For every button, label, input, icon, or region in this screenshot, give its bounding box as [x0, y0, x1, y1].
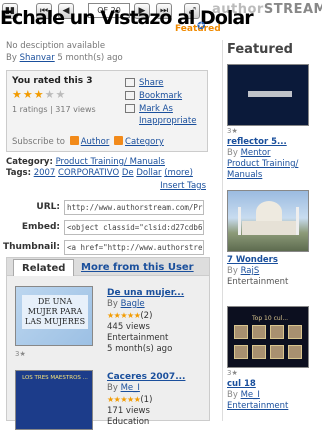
rating-panel: You rated this 3 ★★★★★ 1 ratings | 317 v…: [6, 70, 208, 152]
item-category: Entertainment: [107, 333, 169, 343]
thumbnail-label: Thumbnail:: [2, 242, 60, 252]
featured-title[interactable]: 7 Wonders: [227, 255, 321, 266]
rating-heading: You rated this 3: [12, 76, 93, 86]
subscribe-row: Subscribe to Author Category: [12, 136, 164, 147]
url-field[interactable]: http://www.authorstream.com/Pre: [64, 199, 204, 215]
rss-icon: [69, 136, 79, 145]
flag-icon: [125, 104, 135, 113]
tag-link[interactable]: De: [122, 168, 134, 178]
action-links: Share Bookmark Mark As Inappropriate: [125, 77, 209, 128]
bookmark-link[interactable]: Bookmark: [139, 90, 182, 102]
tab-more-from-user[interactable]: More from this User: [73, 259, 202, 276]
item-author[interactable]: Bagle: [121, 299, 145, 309]
insert-tags-link[interactable]: Insert Tags: [160, 181, 206, 191]
slide-count-badge: 3★: [15, 350, 26, 358]
star-rating[interactable]: ★★★★★: [12, 88, 66, 101]
featured-author[interactable]: Me_I: [241, 390, 260, 400]
featured-item[interactable]: Top 10 cul... 3★ cul 18 By Me_I Entertai…: [227, 306, 321, 412]
thumbnail-field[interactable]: <a href="http://www.authorstream: [64, 239, 204, 255]
featured-category[interactable]: Product Training/ Manuals: [227, 159, 298, 180]
item-title[interactable]: Caceres 2007...: [107, 372, 185, 383]
share-icon: [125, 78, 135, 87]
item-stars: ★★★★★: [107, 395, 141, 404]
featured-sidebar: Featured 3★ reflector 5... By Mentor Pro…: [222, 40, 322, 421]
tab-related[interactable]: Related: [13, 259, 75, 276]
page-title: Echale un Vistazo al Dolar: [0, 8, 254, 28]
description: No desciption available By Shanvar 5 mon…: [6, 41, 123, 63]
item-views: 445 views: [107, 322, 150, 332]
tag-link[interactable]: CORPORATIVO: [58, 168, 119, 178]
bookmark-icon: [125, 91, 135, 100]
mark-inappropriate-link[interactable]: Mark As Inappropriate: [139, 103, 209, 127]
tag-link[interactable]: 2007: [34, 168, 56, 178]
featured-item[interactable]: 7 Wonders By RajS Entertainment: [227, 190, 321, 288]
rating-count: 1 ratings | 317 views: [12, 105, 96, 114]
item-author[interactable]: Me_I: [121, 383, 140, 393]
author-link[interactable]: Shanvar: [20, 53, 55, 63]
item-title[interactable]: De una mujer...: [107, 288, 184, 299]
share-link[interactable]: Share: [139, 77, 164, 89]
thumbnail-image[interactable]: [227, 190, 309, 252]
subscribe-author-link[interactable]: Author: [81, 137, 110, 147]
featured-item[interactable]: 3★ reflector 5... By Mentor Product Trai…: [227, 64, 321, 181]
embed-field[interactable]: <object classid="clsid:d27cdb6e-a: [64, 219, 204, 235]
featured-title[interactable]: reflector 5...: [227, 137, 321, 148]
tag-link[interactable]: Dollar: [136, 168, 161, 178]
embed-codes: URL: http://www.authorstream.com/Pre Embe…: [0, 191, 214, 257]
featured-category[interactable]: Entertainment: [227, 401, 288, 411]
embed-label: Embed:: [21, 222, 60, 232]
thumbnail-image[interactable]: LOS TRES MAESTROS ...: [15, 370, 93, 430]
thumbnail-image[interactable]: DE UNA MUJER PARA LAS MUJERES: [15, 286, 93, 346]
subscribe-category-link[interactable]: Category: [125, 137, 164, 147]
item-stars: ★★★★★: [107, 311, 141, 320]
ribbon-icon: ✪: [197, 21, 206, 32]
featured-category: Entertainment: [227, 277, 289, 287]
featured-heading: Featured: [227, 42, 293, 57]
item-time: 5 month(s) ago: [107, 344, 173, 354]
related-panel: Related More from this User DE UNA MUJER…: [6, 257, 210, 430]
featured-author[interactable]: Mentor: [241, 148, 271, 158]
category-tags: Category: Product Training/ Manuals Tags…: [6, 157, 193, 178]
more-tags-link[interactable]: (more): [164, 168, 193, 178]
item-views: 171 views: [107, 406, 150, 416]
url-label: URL:: [36, 202, 60, 212]
rss-icon: [114, 136, 124, 145]
featured-author[interactable]: RajS: [241, 266, 260, 276]
presentation-details: No desciption available By Shanvar 5 mon…: [0, 40, 214, 257]
featured-title[interactable]: cul 18: [227, 379, 321, 390]
thumbnail-image[interactable]: Top 10 cul...: [227, 306, 309, 368]
item-category: Education: [107, 417, 150, 427]
thumbnail-image[interactable]: [227, 64, 309, 126]
category-link[interactable]: Product Training/ Manuals: [56, 157, 165, 167]
